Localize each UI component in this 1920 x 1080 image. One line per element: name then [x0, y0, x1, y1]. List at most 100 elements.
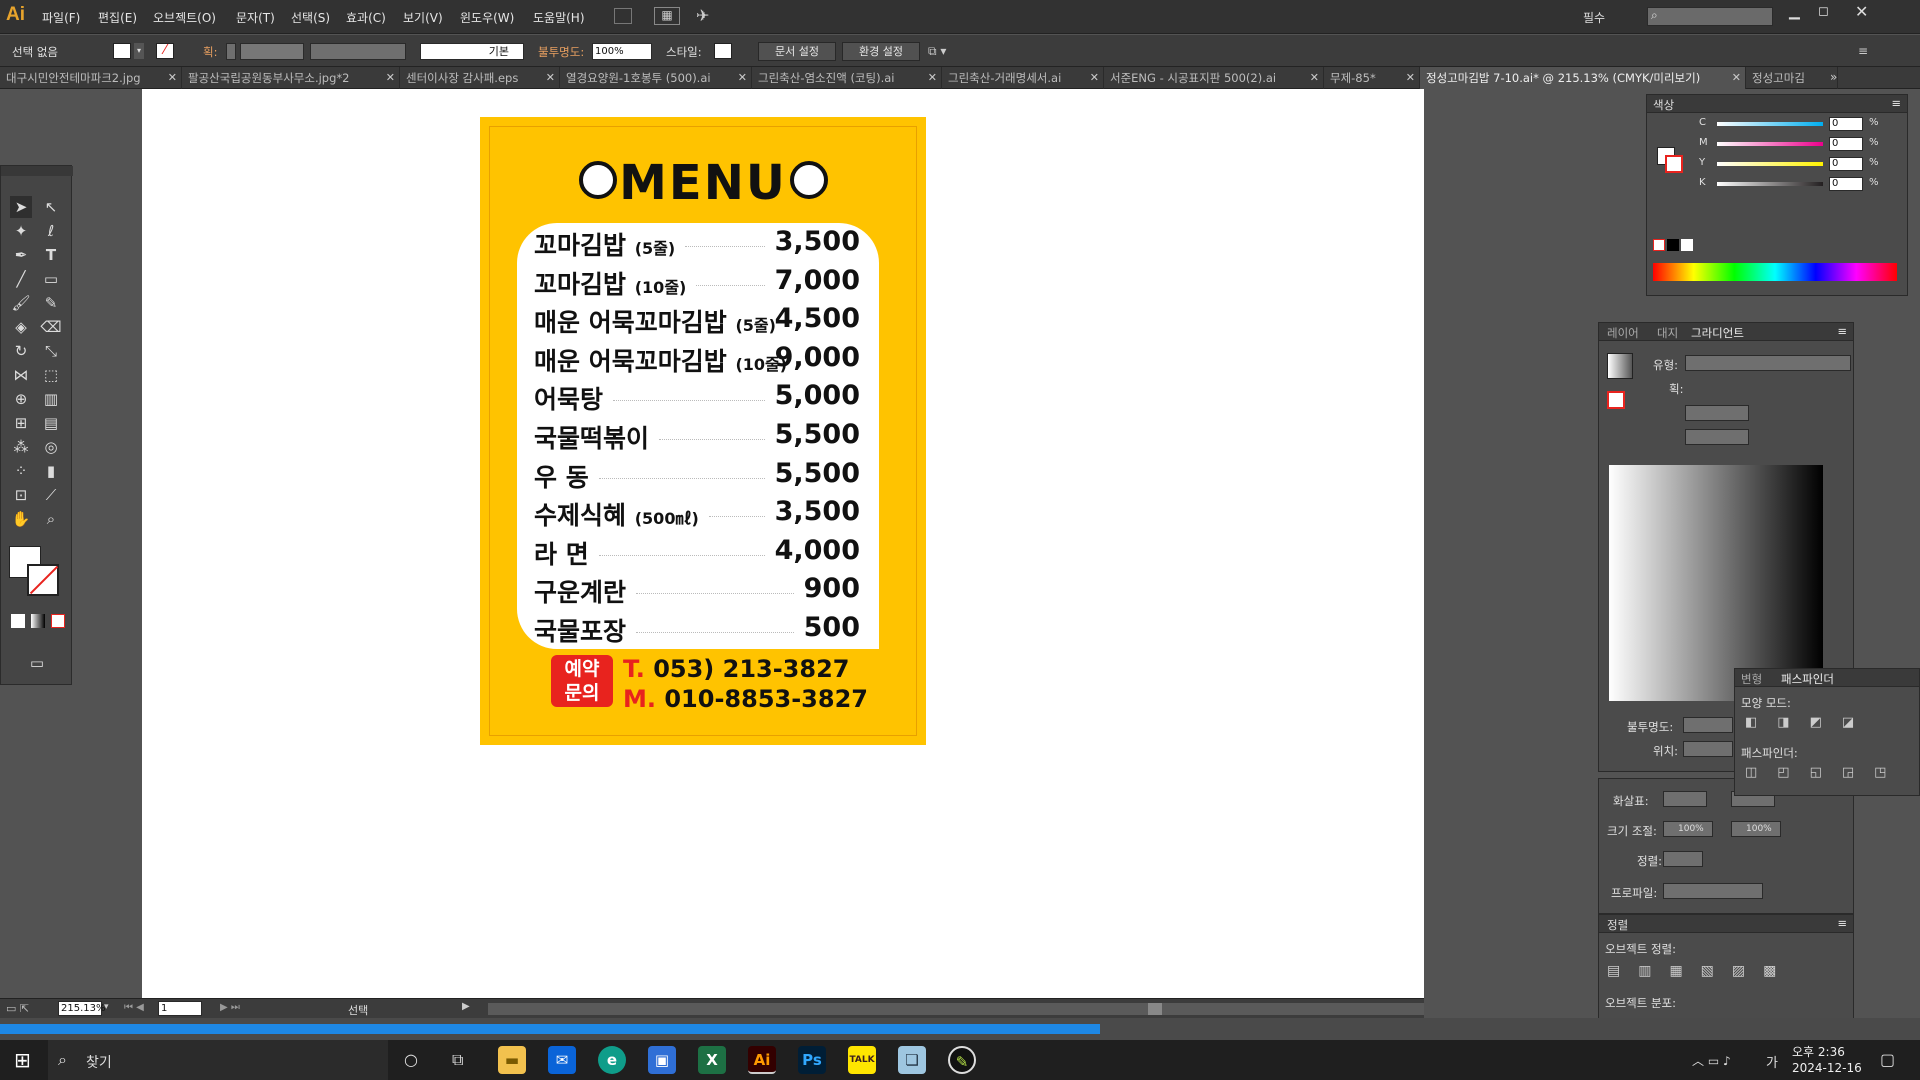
gradient-preview-swatch[interactable]	[1607, 353, 1633, 379]
line-tool-icon[interactable]: ╱	[10, 268, 32, 290]
arrow-align-buttons[interactable]	[1663, 851, 1703, 867]
tab-document[interactable]: 센터이사장 감사패.eps ✕	[400, 67, 560, 89]
gradient-aspect-input[interactable]	[1685, 429, 1749, 445]
pen-tool-icon[interactable]: ✒	[10, 244, 32, 266]
chevron-down-icon[interactable]: ▾	[104, 1002, 109, 1012]
gradient-stroke-swatch[interactable]	[1607, 391, 1625, 409]
file-explorer-icon[interactable]: ▬	[498, 1046, 526, 1074]
eyedropper-tool-icon[interactable]: ⁂	[10, 436, 32, 458]
tools-panel-header[interactable]	[1, 166, 73, 176]
workspace-switcher[interactable]: 필수	[1583, 9, 1605, 26]
task-view-icon[interactable]: ⧉	[452, 1050, 463, 1070]
gradient-opacity-input[interactable]	[1683, 717, 1733, 733]
symbol-sprayer-tool-icon[interactable]: ⁘	[10, 460, 32, 482]
tab-document[interactable]: 팔공산국립공원동부사무소.jpg*2 ✕	[182, 67, 400, 89]
notes-icon[interactable]: ❏	[898, 1046, 926, 1074]
white-swatch[interactable]	[1681, 239, 1693, 251]
pencil-tool-icon[interactable]: ✎	[40, 292, 62, 314]
tab-document[interactable]: 그린축산-염소진액 (코팅).ai ✕	[752, 67, 942, 89]
close-tab-icon[interactable]: ✕	[1310, 67, 1319, 89]
panel-menu-icon[interactable]: ≡	[1858, 44, 1868, 58]
tab-document[interactable]: 무제-85* ✕	[1324, 67, 1420, 89]
notification-icon[interactable]: ▢	[1880, 1050, 1895, 1069]
menu-poster[interactable]: MENU 예약 문의 T. 053) 213-3827 M. 010-8853-…	[480, 117, 926, 745]
black-swatch[interactable]	[1667, 239, 1679, 251]
tab-document[interactable]: 그린축산-거래명세서.ai ✕	[942, 67, 1104, 89]
graphic-style-swatch[interactable]	[714, 43, 732, 59]
minimize-icon[interactable]: ▁	[1789, 4, 1800, 20]
edge-browser-icon[interactable]: e	[598, 1046, 626, 1074]
menu-file[interactable]: 파일(F)	[42, 9, 80, 26]
excel-icon[interactable]: X	[698, 1046, 726, 1074]
taskbar-time[interactable]: 오후 2:36	[1792, 1043, 1845, 1060]
cmyk-value-input[interactable]: 0	[1829, 117, 1863, 131]
fill-swatch[interactable]	[113, 43, 131, 59]
tab-document[interactable]: 대구시민안전테마파크2.jpg ✕	[0, 67, 182, 89]
rectangle-tool-icon[interactable]: ▭	[40, 268, 62, 290]
stroke-weight-input[interactable]	[240, 43, 304, 60]
artboard-nav-next-icon[interactable]: ▶ ⏭	[220, 1002, 240, 1013]
opacity-input[interactable]: 100%	[592, 43, 652, 60]
tabs-overflow-icon[interactable]: »	[1830, 70, 1837, 84]
align-panel-header[interactable]: 정렬 ≡	[1599, 915, 1853, 933]
horizontal-scrollbar[interactable]	[488, 1003, 1424, 1015]
tab-document[interactable]: 서준ENG - 시공표지판 500(2).ai ✕	[1104, 67, 1324, 89]
menu-type[interactable]: 문자(T)	[236, 9, 275, 26]
menu-help[interactable]: 도움말(H)	[533, 9, 585, 26]
lasso-tool-icon[interactable]: ℓ	[40, 220, 62, 242]
tab-transform[interactable]: 변형	[1741, 671, 1762, 687]
taskbar-search-box[interactable]: ⌕ 찾기	[48, 1040, 388, 1080]
cmyk-value-input[interactable]: 0	[1829, 137, 1863, 151]
artboard-tool-icon[interactable]: ⊡	[10, 484, 32, 506]
artboard-nav-prev-icon[interactable]: ⏮ ◀	[124, 1002, 144, 1013]
tab-pathfinder[interactable]: 패스파인더	[1781, 671, 1834, 687]
shape-mode-buttons[interactable]: ◧◨◩◪	[1745, 715, 1874, 730]
chevron-down-icon[interactable]: ▾	[134, 43, 144, 59]
close-tab-icon[interactable]: ✕	[928, 67, 937, 89]
gradient-type-select[interactable]	[1685, 355, 1851, 371]
artboard-number-input[interactable]: 1	[158, 1001, 202, 1016]
cmyk-value-input[interactable]: 0	[1829, 157, 1863, 171]
messenger-icon[interactable]: ▣	[648, 1046, 676, 1074]
stroke-stepper[interactable]	[226, 43, 236, 60]
profile-select[interactable]	[1663, 883, 1763, 899]
eraser-tool-icon[interactable]: ⌫	[40, 316, 62, 338]
cmyk-slider[interactable]	[1717, 162, 1823, 166]
rotate-tool-icon[interactable]: ↻	[10, 340, 32, 362]
cmyk-slider[interactable]	[1717, 122, 1823, 126]
blend-tool-icon[interactable]: ◎	[40, 436, 62, 458]
tab-artboards[interactable]: 대지	[1657, 325, 1678, 341]
panel-menu-icon[interactable]: ≡	[1891, 96, 1901, 110]
tab-document[interactable]: 열경요양원-1호봉투 (500).ai ✕	[560, 67, 752, 89]
menu-effect[interactable]: 효과(C)	[346, 9, 386, 26]
direct-selection-tool-icon[interactable]: ↖	[40, 196, 62, 218]
gradient-tool-icon[interactable]: ▤	[40, 412, 62, 434]
menu-view[interactable]: 보기(V)	[403, 9, 443, 26]
close-tab-icon[interactable]: ✕	[1090, 67, 1099, 89]
pathfinder-buttons[interactable]: ◫◰◱◲◳	[1745, 765, 1906, 780]
scale-end-input[interactable]: 100%	[1731, 821, 1781, 837]
scale-tool-icon[interactable]: ⤡	[40, 340, 62, 362]
scrollbar-thumb[interactable]	[1148, 1003, 1162, 1015]
color-stroke-swatch[interactable]	[1665, 155, 1683, 173]
status-icons[interactable]: ▭ ⇱	[6, 1002, 29, 1015]
help-search-input[interactable]: ⌕	[1647, 7, 1773, 26]
perspective-grid-tool-icon[interactable]: ▥	[40, 388, 62, 410]
arrowhead-start-select[interactable]	[1663, 791, 1707, 807]
gradient-mode-icon[interactable]	[31, 614, 45, 628]
tray-icons[interactable]: ︿ ▭ ♪	[1692, 1052, 1731, 1069]
close-tab-icon[interactable]: ✕	[1406, 67, 1415, 89]
none-swatch[interactable]	[1653, 239, 1665, 251]
cmyk-slider[interactable]	[1717, 142, 1823, 146]
preferences-button[interactable]: 환경 설정	[842, 42, 920, 61]
close-window-icon[interactable]: ✕	[1855, 2, 1868, 21]
mesh-tool-icon[interactable]: ⊞	[10, 412, 32, 434]
brush-style-select[interactable]: 기본	[420, 43, 524, 60]
tab-gradient[interactable]: 그라디언트	[1691, 325, 1744, 341]
illustrator-icon[interactable]: Ai	[748, 1046, 776, 1074]
arrange-documents-icon[interactable]: ▦	[654, 7, 680, 25]
close-tab-icon[interactable]: ✕	[546, 67, 555, 89]
color-panel-header[interactable]: 색상 ≡	[1647, 95, 1907, 113]
close-tab-icon[interactable]: ✕	[738, 67, 747, 89]
selection-tool-icon[interactable]: ➤	[10, 196, 32, 218]
